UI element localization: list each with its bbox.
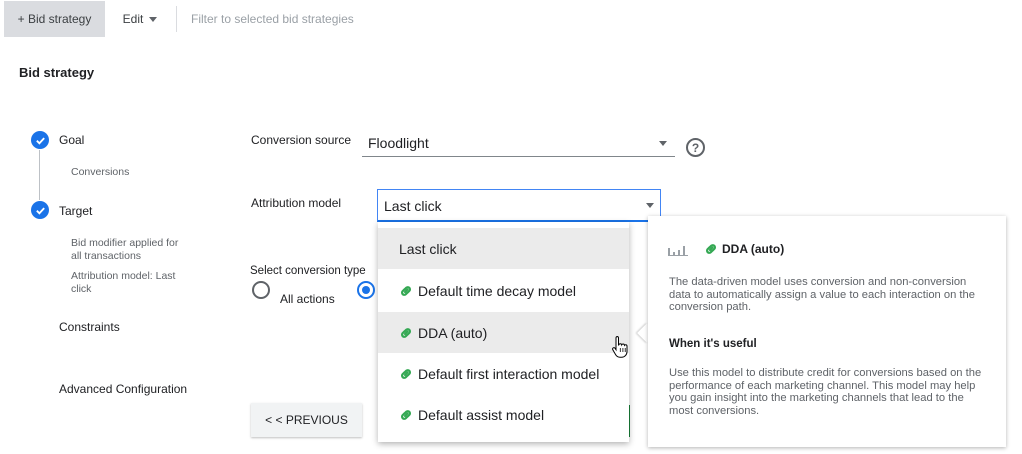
radio-all-actions[interactable]	[252, 281, 270, 299]
tooltip-when-useful-heading: When it's useful	[669, 338, 757, 350]
check-circle-icon	[31, 201, 49, 219]
radio-all-actions-label: All actions	[280, 292, 335, 306]
tooltip-header: DDA (auto)	[668, 242, 784, 256]
step-constraints[interactable]: Constraints	[59, 320, 120, 334]
filter-selected-link[interactable]: Filter to selected bid strategies	[191, 12, 354, 26]
step-target[interactable]: Target	[59, 204, 92, 218]
conversion-source-select[interactable]: Floodlight	[362, 128, 675, 157]
menu-item-label: Default first interaction model	[418, 365, 600, 382]
step-advanced-configuration[interactable]: Advanced Configuration	[59, 382, 187, 396]
toolbar: + Bid strategy Edit Filter to selected b…	[0, 0, 1022, 38]
bar-chart-icon	[668, 242, 690, 256]
menu-item-default-first-interaction[interactable]: Default first interaction model	[378, 353, 629, 394]
chevron-down-icon	[659, 141, 667, 146]
previous-button[interactable]: < < PREVIOUS	[251, 403, 362, 437]
menu-item-last-click[interactable]: Last click	[378, 228, 629, 269]
menu-item-default-assist[interactable]: Default assist model	[378, 394, 629, 435]
link-icon	[399, 367, 413, 381]
conversion-source-label: Conversion source	[251, 133, 352, 147]
link-icon	[399, 408, 413, 422]
menu-item-label: Last click	[399, 240, 457, 257]
attribution-model-value: Last click	[384, 198, 442, 214]
conversion-type-label: Select conversion type	[250, 265, 366, 277]
menu-item-dda-auto[interactable]: DDA (auto)	[378, 312, 629, 353]
attribution-model-select[interactable]: Last click	[377, 189, 661, 222]
attribution-model-label: Attribution model	[251, 196, 342, 210]
chevron-down-icon	[646, 203, 654, 208]
chevron-down-icon	[149, 16, 158, 22]
step-goal[interactable]: Goal	[59, 133, 84, 147]
link-icon	[399, 284, 413, 298]
menu-item-label: DDA (auto)	[418, 324, 488, 341]
check-circle-icon	[31, 131, 49, 149]
step-target-summary-2: Attribution model: Last click	[71, 270, 176, 295]
menu-item-label: Default assist model	[418, 406, 545, 423]
link-icon	[704, 242, 718, 256]
step-goal-summary: Conversions	[71, 166, 130, 178]
attribution-model-menu: Last click Default time decay model DDA …	[378, 222, 629, 442]
link-icon	[399, 326, 413, 340]
radio-conversion-type-selected[interactable]	[357, 281, 375, 299]
page-title: Bid strategy	[19, 65, 95, 80]
menu-item-default-time-decay[interactable]: Default time decay model	[378, 270, 629, 311]
edit-label: Edit	[122, 12, 144, 26]
tooltip-description: The data-driven model uses conversion an…	[669, 276, 975, 313]
toolbar-divider	[176, 6, 177, 32]
conversion-source-value: Floodlight	[368, 135, 429, 151]
edit-menu-button[interactable]: Edit	[112, 1, 168, 37]
tooltip-title: DDA (auto)	[722, 242, 785, 256]
help-icon[interactable]: ?	[686, 138, 705, 157]
step-target-summary-1: Bid modifier applied for all transaction…	[71, 237, 179, 262]
stepper-connector	[39, 150, 40, 200]
add-bid-strategy-button[interactable]: + Bid strategy	[4, 1, 105, 37]
tooltip-when-useful-text: Use this model to distribute credit for …	[669, 367, 982, 417]
model-info-tooltip: DDA (auto) The data-driven model uses co…	[648, 216, 1006, 447]
hand-pointer-icon	[612, 335, 628, 364]
menu-item-label: Default time decay model	[418, 282, 576, 299]
